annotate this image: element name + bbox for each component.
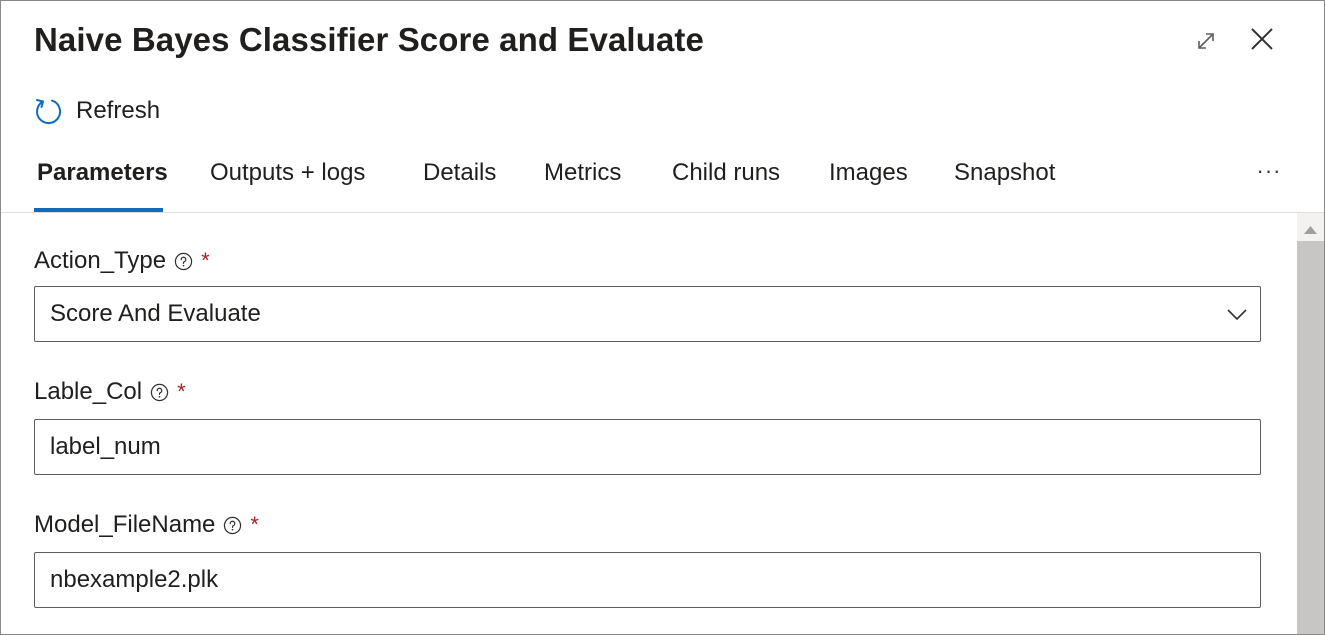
vertical-scrollbar[interactable] <box>1297 213 1324 634</box>
expand-button[interactable] <box>1192 27 1220 55</box>
model-filename-label-row: Model_FileName * <box>34 511 259 539</box>
required-indicator: * <box>250 512 259 537</box>
refresh-button[interactable]: Refresh <box>33 95 160 127</box>
model-filename-input[interactable]: nbexample2.plk <box>34 552 1261 608</box>
parameters-form: Action_Type * Score And Evaluate Lable_C… <box>1 213 1297 634</box>
refresh-icon <box>36 99 62 125</box>
scroll-up-arrow-icon[interactable] <box>1303 225 1318 235</box>
active-tab-indicator <box>34 208 163 212</box>
help-circle-icon[interactable] <box>174 252 193 271</box>
model-filename-label: Model_FileName <box>34 511 216 538</box>
label-col-label-row: Lable_Col * <box>34 378 186 406</box>
action-type-dropdown[interactable]: Score And Evaluate <box>34 286 1261 342</box>
more-tabs-button[interactable]: ··· <box>1253 158 1285 190</box>
required-indicator: * <box>201 248 210 273</box>
refresh-label: Refresh <box>76 97 161 124</box>
tab-snapshot[interactable]: Snapshot <box>954 159 1055 211</box>
tab-parameters[interactable]: Parameters <box>37 159 168 211</box>
chevron-down-icon <box>1227 309 1247 321</box>
scrollbar-thumb[interactable] <box>1297 241 1324 634</box>
page-title: Naive Bayes Classifier Score and Evaluat… <box>34 21 704 58</box>
tab-bar: Parameters Outputs + logs Details Metric… <box>1 151 1324 213</box>
tab-outputs-logs[interactable]: Outputs + logs <box>210 159 365 211</box>
label-col-input[interactable]: label_num <box>34 419 1261 475</box>
help-circle-icon[interactable] <box>150 383 169 402</box>
run-details-panel: Naive Bayes Classifier Score and Evaluat… <box>0 0 1325 635</box>
tab-child-runs[interactable]: Child runs <box>672 159 780 211</box>
tab-metrics[interactable]: Metrics <box>544 159 621 211</box>
expand-icon <box>1198 33 1214 49</box>
tab-images[interactable]: Images <box>829 159 908 211</box>
action-type-label-row: Action_Type * <box>34 247 210 275</box>
model-filename-value: nbexample2.plk <box>50 566 219 593</box>
close-icon <box>1251 28 1273 50</box>
action-type-label: Action_Type <box>34 247 167 274</box>
help-circle-icon[interactable] <box>223 516 242 535</box>
action-type-value: Score And Evaluate <box>50 300 261 327</box>
close-button[interactable] <box>1248 25 1276 53</box>
required-indicator: * <box>177 379 186 404</box>
tab-details[interactable]: Details <box>423 159 496 211</box>
label-col-value: label_num <box>50 433 161 460</box>
label-col-label: Lable_Col <box>34 378 143 405</box>
